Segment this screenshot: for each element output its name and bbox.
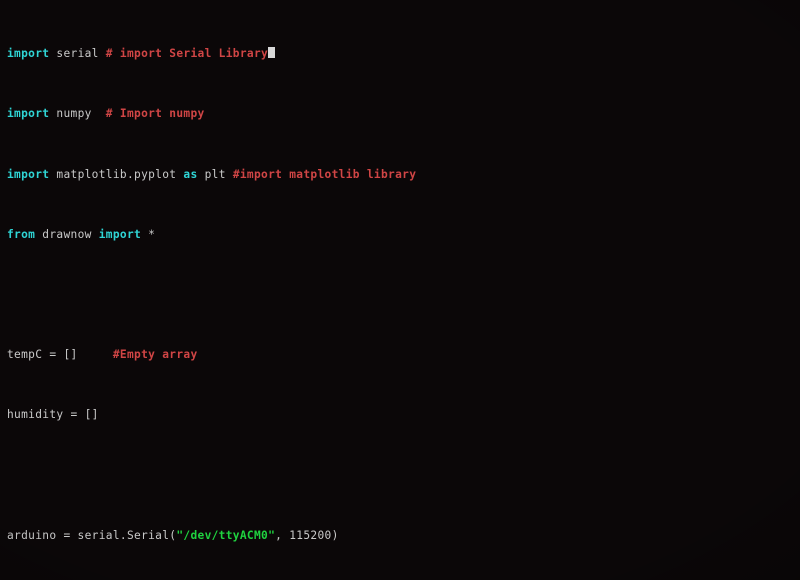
code-text: numpy — [49, 107, 106, 121]
keyword-import: import — [98, 227, 142, 241]
comment-text: #Empty array — [112, 348, 198, 362]
code-text: matplotlib.pyplot — [49, 167, 184, 181]
code-listing: import serial # import Serial Library im… — [7, 1, 800, 580]
comment-text: # import Serial Library — [105, 47, 269, 61]
keyword-from: from — [7, 227, 36, 241]
code-line-4: from drawnow import * — [7, 227, 800, 242]
code-line-9: arduino = serial.Serial("/dev/ttyACM0", … — [7, 528, 800, 543]
keyword-as: as — [183, 167, 198, 181]
text-cursor — [268, 47, 276, 59]
code-line-1: import serial # import Serial Library — [7, 46, 800, 61]
comment-text: # Import numpy — [105, 107, 205, 121]
code-text: drawnow — [35, 227, 99, 241]
code-line-2: import numpy # Import numpy — [7, 106, 800, 121]
string-literal: "/dev/ttyACM0" — [176, 528, 276, 542]
code-text: * — [141, 227, 156, 241]
code-text: tempC = [] — [7, 348, 113, 362]
code-line-6: tempC = [] #Empty array — [7, 347, 800, 362]
code-line-3: import matplotlib.pyplot as plt #import … — [7, 167, 800, 182]
code-text: serial — [49, 47, 106, 61]
keyword-import: import — [7, 107, 50, 121]
code-line-7: humidity = [] — [7, 407, 800, 422]
code-text: humidity = [] — [7, 408, 99, 422]
code-text: arduino = serial.Serial( — [7, 528, 177, 542]
code-text: , 115200) — [275, 528, 339, 542]
terminal-window[interactable]: import serial # import Serial Library im… — [0, 0, 800, 580]
comment-text: #import matplotlib library — [232, 167, 417, 181]
keyword-import: import — [7, 47, 50, 61]
code-text: plt — [197, 167, 233, 181]
keyword-import: import — [7, 167, 50, 181]
